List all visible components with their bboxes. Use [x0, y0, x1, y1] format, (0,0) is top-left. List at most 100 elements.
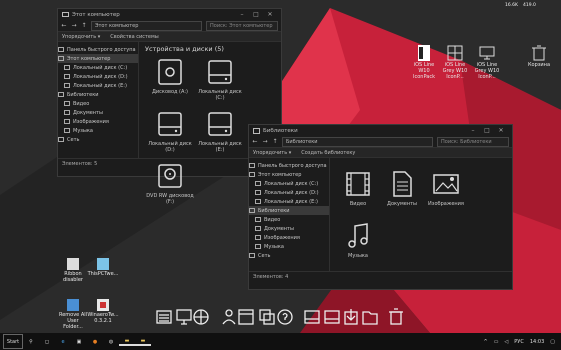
tile-documents[interactable]: Документы — [380, 169, 424, 221]
maximize-button[interactable]: □ — [480, 127, 494, 134]
system-properties-button[interactable]: Свойства системы — [110, 34, 158, 40]
forward-icon[interactable]: → — [262, 138, 268, 145]
desktop-icon-label: Ribbon disabler — [63, 271, 83, 283]
nav-video[interactable]: Видео — [249, 215, 329, 224]
search-input[interactable]: Поиск: Библиотеки — [437, 136, 509, 147]
nav-quick-access[interactable]: Панель быстрого доступа — [249, 161, 329, 170]
desktop-icon-ribbon-disabler[interactable]: Ribbon disabler — [58, 257, 88, 283]
volume-icon[interactable]: ◁ — [504, 339, 508, 345]
nav-documents[interactable]: Документы — [249, 224, 329, 233]
computer-icon — [58, 56, 64, 61]
desktop-icon-ios-line-grey-1[interactable]: iOS Line Grey W10 IconP... — [440, 44, 470, 80]
close-button[interactable]: ✕ — [263, 11, 277, 18]
new-library-button[interactable]: Создать библиотеку — [301, 150, 355, 156]
organize-button[interactable]: Упорядочить ▾ — [62, 34, 100, 40]
search-taskbar-icon[interactable]: ⚲ — [23, 339, 39, 345]
drive-icon — [158, 112, 182, 136]
nav-this-pc[interactable]: Этот компьютер — [58, 54, 138, 63]
nav-music[interactable]: Музыка — [249, 242, 329, 251]
organize-button[interactable]: Упорядочить ▾ — [253, 150, 291, 156]
tile-images[interactable]: Изображения — [424, 169, 468, 221]
desktop-icon-ios-line-grey-2[interactable]: iOS Line Grey W10 IconP... — [472, 44, 502, 80]
library-icon — [249, 208, 255, 213]
tile-drive-e[interactable]: Локальный диск (E:) — [195, 109, 245, 161]
up-icon[interactable]: ↑ — [272, 138, 278, 145]
firefox-icon[interactable]: ● — [87, 339, 103, 345]
edge-icon[interactable]: e — [55, 339, 71, 345]
forward-icon[interactable]: → — [71, 22, 77, 29]
desktop-icon-label: Корзина — [527, 62, 551, 68]
explorer-icon[interactable]: ▬ — [135, 338, 151, 346]
search-input[interactable]: Поиск: Этот компьютер — [206, 20, 278, 31]
clock[interactable]: 14:03 — [530, 339, 544, 345]
tile-video[interactable]: Видео — [336, 169, 380, 221]
nav-drive-e[interactable]: Локальный диск (E:) — [58, 81, 138, 90]
globe-icon[interactable] — [193, 309, 209, 325]
tile-label: Музыка — [348, 253, 368, 259]
up-icon[interactable]: ↑ — [81, 22, 87, 29]
maximize-button[interactable]: □ — [249, 11, 263, 18]
back-icon[interactable]: ← — [252, 138, 258, 145]
network-icon — [58, 137, 64, 142]
task-view-icon[interactable]: ◻ — [39, 339, 55, 345]
tile-drive-f[interactable]: DVD RW дисковод (F:) — [145, 161, 195, 213]
close-button[interactable]: ✕ — [494, 127, 508, 134]
address-input[interactable]: Библиотеки — [282, 136, 433, 147]
nav-network[interactable]: Сеть — [58, 135, 138, 144]
minimize-button[interactable]: – — [235, 11, 249, 18]
help-icon[interactable] — [277, 309, 293, 325]
keyboard-icon[interactable] — [156, 310, 172, 324]
nav-drive-e[interactable]: Локальный диск (E:) — [249, 197, 329, 206]
copy-icon[interactable] — [259, 309, 275, 325]
trash-icon[interactable] — [389, 308, 403, 325]
star-icon — [249, 163, 255, 168]
nav-drive-c[interactable]: Локальный диск (C:) — [58, 63, 138, 72]
drive-icon — [255, 199, 261, 204]
nav-network[interactable]: Сеть — [249, 251, 329, 260]
document-icon — [64, 110, 70, 115]
desktop-icon-thispc-tweaker[interactable]: ThisPCTwe... — [88, 257, 118, 277]
nav-video[interactable]: Видео — [58, 99, 138, 108]
nav-drive-c[interactable]: Локальный диск (C:) — [249, 179, 329, 188]
drive-icon[interactable] — [324, 310, 340, 324]
nav-documents[interactable]: Документы — [58, 108, 138, 117]
nav-images[interactable]: Изображения — [58, 117, 138, 126]
monitor-icon[interactable] — [176, 309, 192, 325]
nav-this-pc[interactable]: Этот компьютер — [249, 170, 329, 179]
chevron-up-icon[interactable]: ^ — [483, 339, 487, 345]
app-icon[interactable]: ◍ — [103, 339, 119, 345]
minimize-button[interactable]: – — [466, 127, 480, 134]
store-icon[interactable]: ▣ — [71, 339, 87, 345]
drive-icon[interactable] — [304, 310, 320, 324]
nav-drive-d[interactable]: Локальный диск (D:) — [249, 188, 329, 197]
tile-music[interactable]: Музыка — [336, 221, 380, 273]
download-icon[interactable] — [344, 309, 358, 325]
desktop-icon-recycle-bin[interactable]: Корзина — [526, 44, 552, 68]
desktop-icon-winaero-tweaker[interactable]: WinaeroTw... 0.3.2.1 — [87, 298, 119, 324]
start-button[interactable]: Start — [3, 334, 23, 349]
nav-images[interactable]: Изображения — [249, 233, 329, 242]
video-icon — [346, 172, 370, 196]
address-input[interactable]: Этот компьютер — [91, 20, 202, 31]
network-icon[interactable]: ▭ — [494, 339, 499, 345]
user-icon[interactable] — [222, 309, 236, 325]
nav-label: Локальный диск (D:) — [264, 189, 319, 196]
nav-libraries[interactable]: Библиотеки — [58, 90, 138, 99]
tile-drive-a[interactable]: Дисковод (A:) — [145, 57, 195, 109]
nav-libraries[interactable]: Библиотеки — [249, 206, 329, 215]
folder-icon[interactable] — [362, 311, 378, 325]
tile-drive-d[interactable]: Локальный диск (D:) — [145, 109, 195, 161]
desktop-icon-ios-line[interactable]: iOS Line W10 IconPack — [410, 44, 438, 80]
notification-icon[interactable]: ▢ — [550, 339, 555, 345]
language-indicator[interactable]: РУС — [514, 339, 524, 345]
window-icon[interactable] — [238, 309, 254, 325]
explorer-icon[interactable]: ▬ — [119, 338, 135, 346]
desktop-icon-label: iOS Line Grey W10 IconP... — [474, 62, 500, 80]
nav-music[interactable]: Музыка — [58, 126, 138, 135]
desktop-icon-remove-user-folders[interactable]: Remove All User Folder... — [58, 298, 88, 330]
nav-quick-access[interactable]: Панель быстрого доступа — [58, 45, 138, 54]
tile-drive-c[interactable]: Локальный диск (C:) — [195, 57, 245, 109]
computer-icon — [249, 172, 255, 177]
nav-drive-d[interactable]: Локальный диск (D:) — [58, 72, 138, 81]
back-icon[interactable]: ← — [61, 22, 67, 29]
